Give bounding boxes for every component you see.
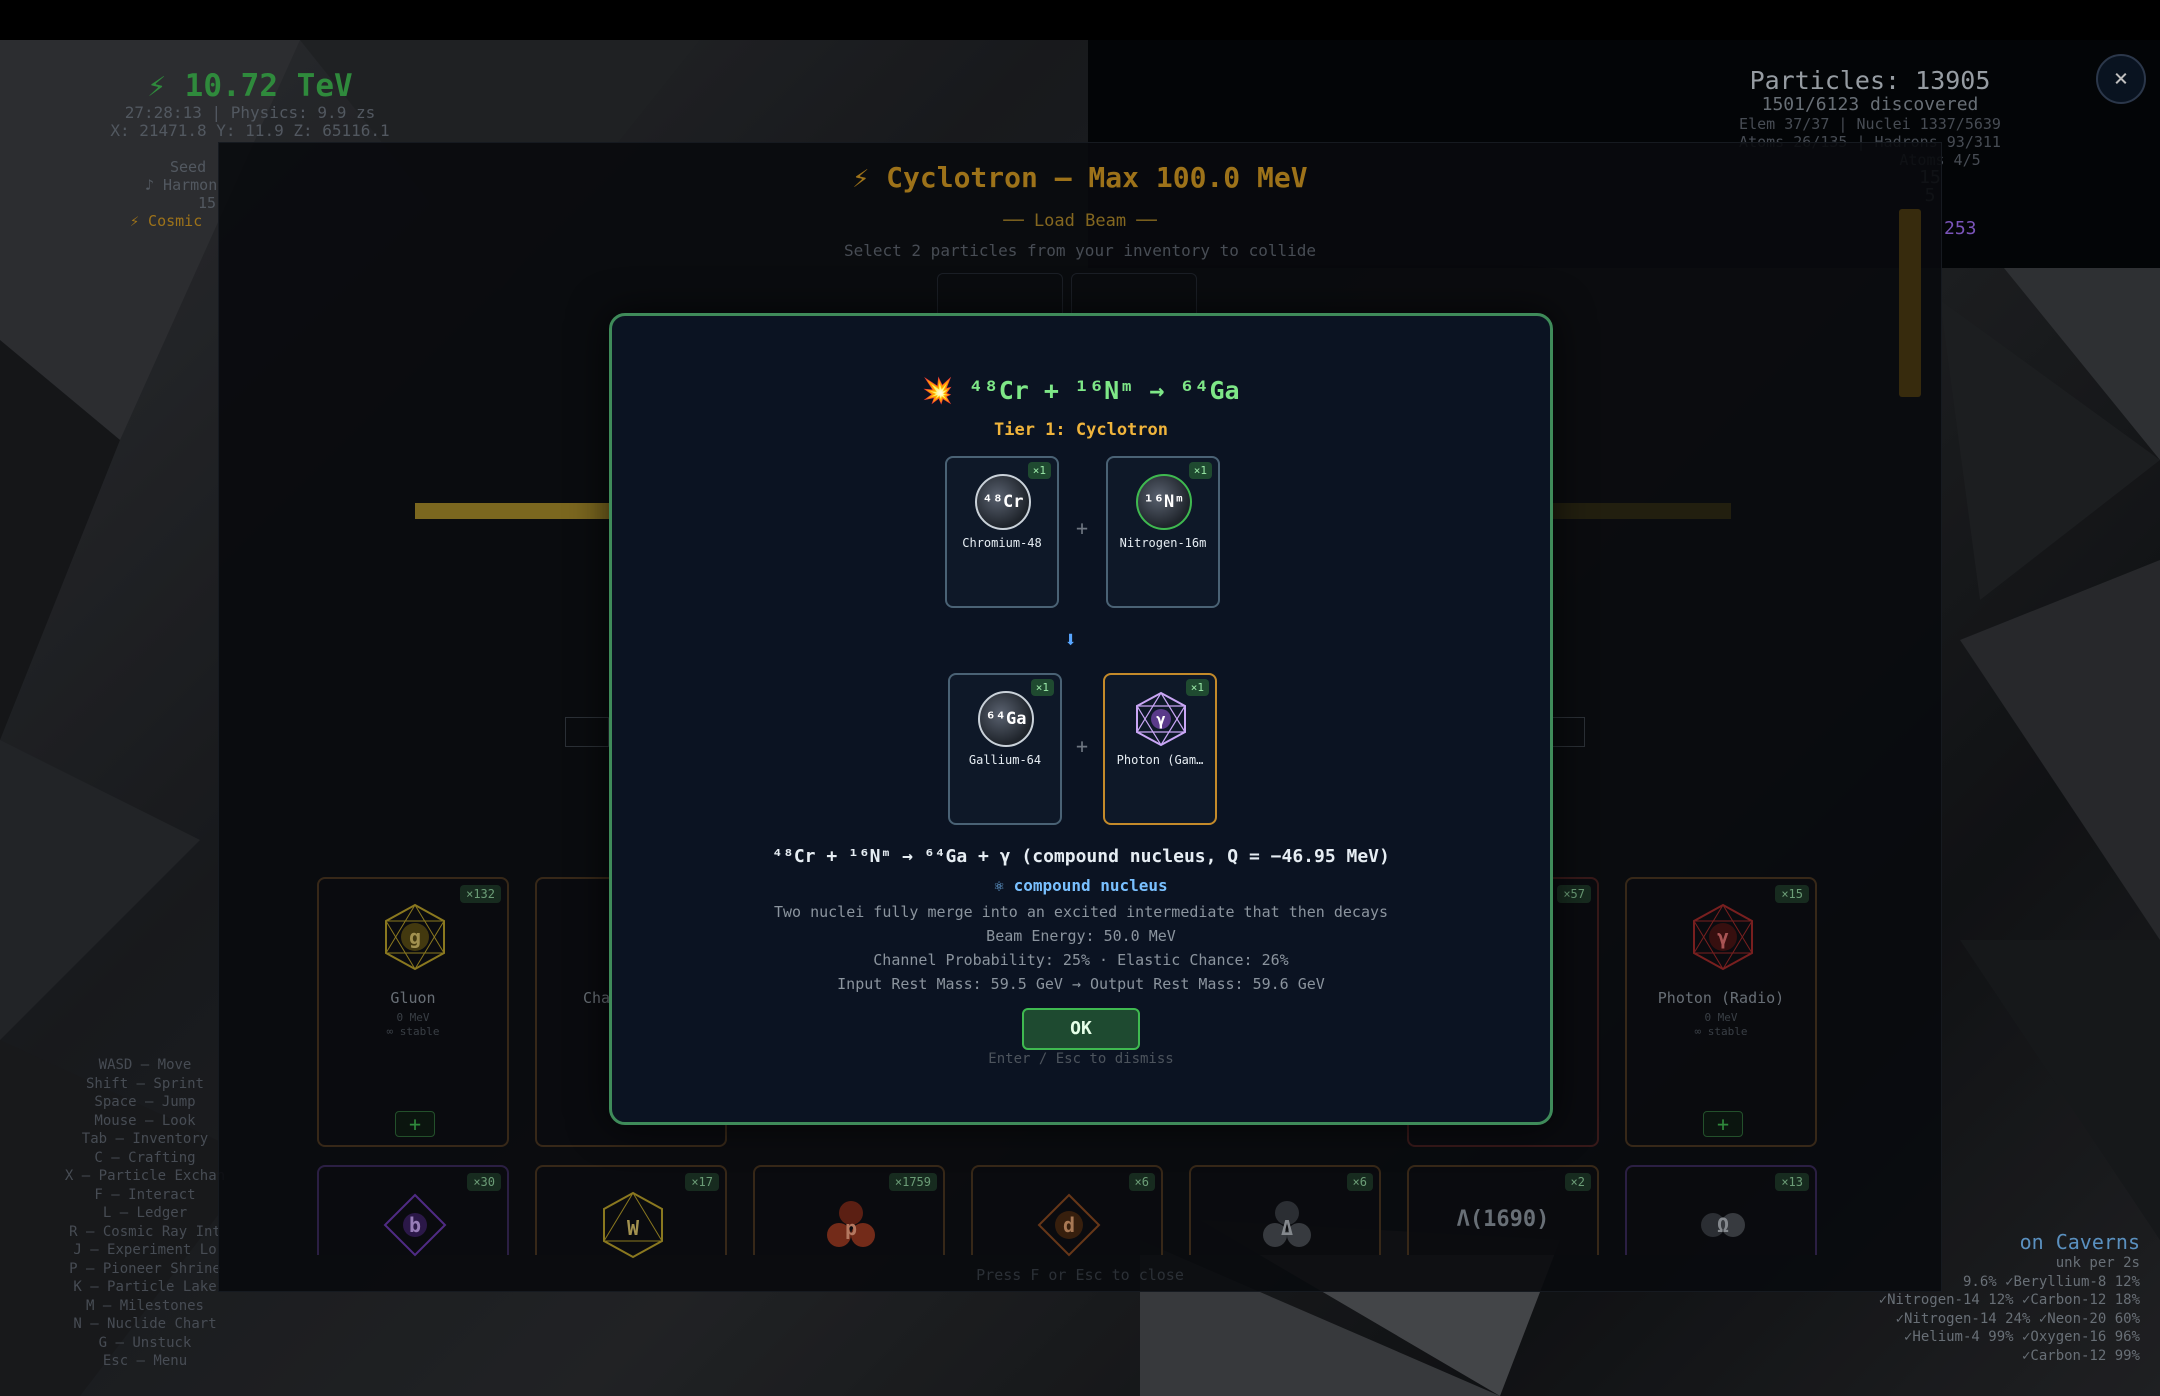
particle-name: Nitrogen-16m — [1119, 536, 1207, 550]
gallium-icon: ⁶⁴Ga — [978, 691, 1034, 747]
reaction-description: Two nuclei fully merge into an excited i… — [773, 903, 1389, 921]
particle-count: ×1 — [1030, 679, 1054, 696]
arrow-down-icon: ⬇ — [1064, 628, 1078, 653]
nitrogen-icon: ¹⁶Nᵐ — [1136, 474, 1192, 530]
beam-energy: Beam Energy: 50.0 MeV — [986, 927, 1176, 945]
reaction-kind: ⚛ compound nucleus — [994, 876, 1168, 895]
output-particle-card: ×1 γ Photon (Gam… — [1103, 673, 1217, 825]
rest-masses: Input Rest Mass: 59.5 GeV → Output Rest … — [837, 975, 1325, 993]
particle-name: Photon (Gam… — [1116, 753, 1204, 767]
tier-label: Tier 1: Cyclotron — [994, 420, 1168, 440]
plus-sign: + — [1076, 516, 1089, 540]
plus-sign: + — [1076, 734, 1089, 758]
reaction-equation: ⁴⁸Cr + ¹⁶Nᵐ → ⁶⁴Ga + γ (compound nucleus… — [772, 846, 1390, 867]
ok-button[interactable]: OK — [1022, 1008, 1140, 1050]
particle-name: Gallium-64 — [968, 753, 1042, 767]
gamma-symbol: γ — [1156, 710, 1166, 729]
output-particle-card: ×1 ⁶⁴Ga Gallium-64 — [948, 673, 1062, 825]
particle-name: Chromium-48 — [962, 536, 1042, 550]
particle-count: ×1 — [1185, 679, 1209, 696]
chromium-icon: ⁴⁸Cr — [975, 474, 1031, 530]
photon-gamma-icon: γ — [1133, 691, 1189, 747]
particle-count: ×1 — [1188, 462, 1212, 479]
explosion-icon: 💥 — [922, 376, 954, 405]
reaction-formula: ⁴⁸Cr + ¹⁶Nᵐ → ⁶⁴Ga — [968, 376, 1240, 405]
particle-count: ×1 — [1027, 462, 1051, 479]
reaction-title: 💥 ⁴⁸Cr + ¹⁶Nᵐ → ⁶⁴Ga — [612, 376, 1550, 406]
input-particle-card: ×1 ¹⁶Nᵐ Nitrogen-16m — [1106, 456, 1220, 608]
reaction-modal: 💥 ⁴⁸Cr + ¹⁶Nᵐ → ⁶⁴Ga Tier 1: Cyclotron ×… — [609, 313, 1553, 1125]
probabilities: Channel Probability: 25% · Elastic Chanc… — [873, 951, 1289, 969]
input-particle-card: ×1 ⁴⁸Cr Chromium-48 — [945, 456, 1059, 608]
dismiss-hint: Enter / Esc to dismiss — [988, 1051, 1174, 1067]
